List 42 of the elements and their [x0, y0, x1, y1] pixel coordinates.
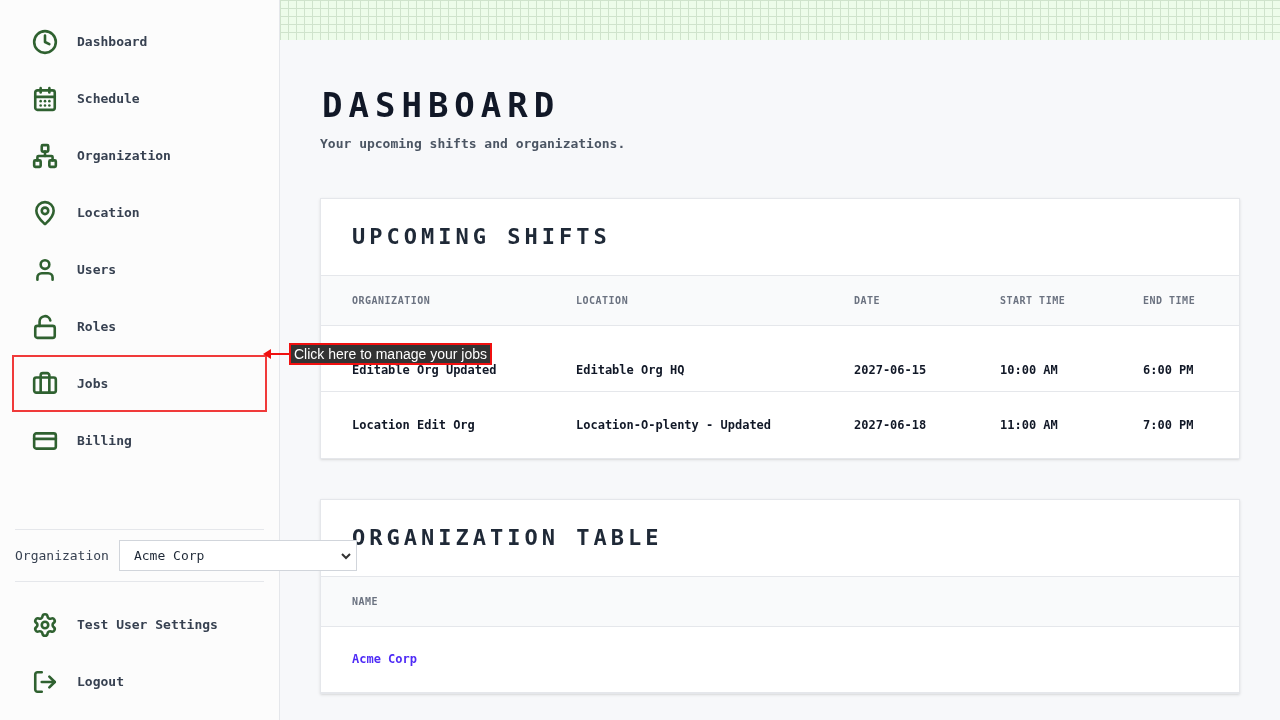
table-cell-text: Location-O-plenty - Updated	[576, 416, 773, 434]
column-header: END TIME	[1143, 293, 1197, 308]
table-cell-text: 6:00 PM	[1143, 361, 1195, 379]
table-cell-text: Location Edit Org	[352, 416, 476, 434]
sidebar-item[interactable]: Jobs	[14, 357, 265, 410]
organization-select[interactable]: Acme Corp	[118, 540, 357, 571]
column-header: ORGANIZATION	[352, 293, 432, 308]
column-header: LOCATION	[576, 293, 630, 308]
sidebar-item[interactable]: Dashboard	[14, 15, 265, 68]
table-cell-text: 2027-06-18	[854, 416, 928, 434]
organization-label: Organization	[15, 546, 109, 565]
calendar-icon	[32, 85, 58, 112]
sidebar-item[interactable]: Roles	[14, 300, 265, 353]
page-subtitle: Your upcoming shifts and organizations.	[320, 135, 627, 153]
logout-icon	[32, 668, 58, 695]
sidebar-item[interactable]: Location	[14, 186, 265, 239]
table-cell-text: 2027-06-15	[854, 361, 928, 379]
unlocked-padlock-icon	[32, 313, 58, 340]
sidebar-item[interactable]: Logout	[14, 655, 265, 708]
annotation-tooltip: Click here to manage your jobs	[289, 343, 492, 365]
sidebar-item[interactable]: Users	[14, 243, 265, 296]
table-cell-text: 7:00 PM	[1143, 416, 1195, 434]
column-header: START TIME	[1000, 293, 1067, 308]
table-cell-text: Editable Org HQ	[576, 361, 686, 379]
table-cell-text: 11:00 AM	[1000, 416, 1059, 434]
column-header: DATE	[854, 293, 882, 308]
sidebar-item[interactable]: Test User Settings	[14, 598, 265, 651]
column-header: NAME	[352, 594, 379, 609]
sidebar-item[interactable]: Schedule	[14, 72, 265, 125]
sidebar-item[interactable]: Organization	[14, 129, 265, 182]
table-cell-text: 10:00 AM	[1000, 361, 1059, 379]
organization-link[interactable]: Acme Corp	[352, 650, 418, 668]
card-title: UPCOMING SHIFTS	[352, 223, 611, 251]
arrow-icon	[263, 348, 289, 360]
settings-icon	[32, 611, 58, 638]
page-title: DASHBOARD	[322, 84, 562, 126]
table-cell-text: Editable Org Updated	[352, 362, 498, 379]
map-pin-icon	[32, 199, 58, 226]
briefcase-icon	[32, 370, 58, 397]
clock-icon	[32, 28, 58, 55]
sidebar-item[interactable]: Billing	[14, 414, 265, 467]
hierarchy-icon	[32, 142, 58, 169]
